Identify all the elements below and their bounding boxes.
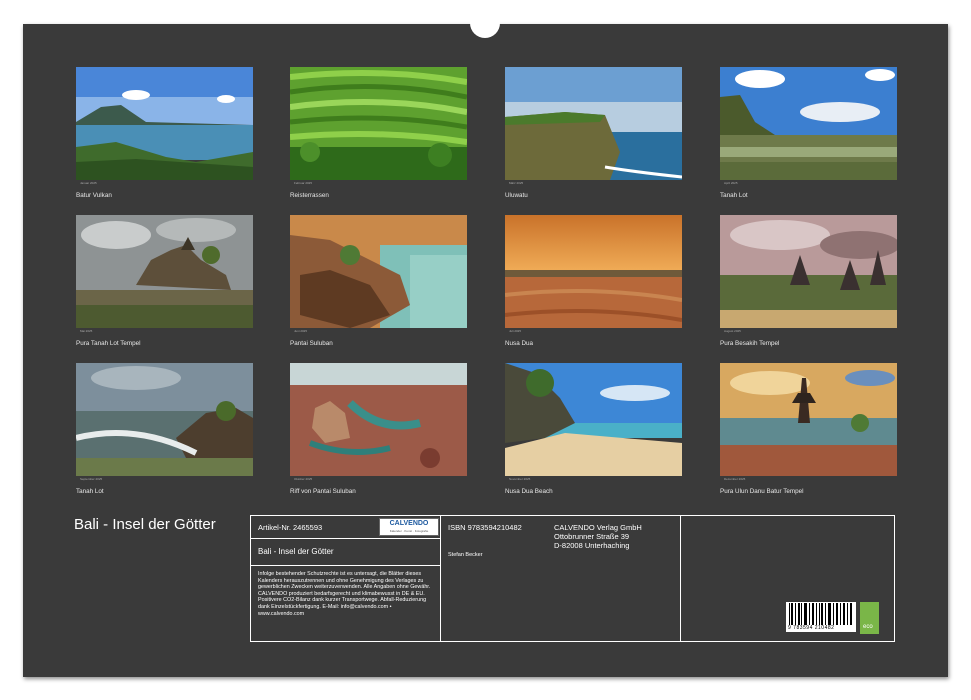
photo-image [720, 215, 897, 328]
month-label: August 2025 [724, 329, 741, 333]
month-label: April 2025 [724, 181, 738, 185]
photo-caption: Riff von Pantai Suluban [290, 488, 356, 495]
eco-label-icon: eco [860, 602, 879, 634]
photo-image [720, 67, 897, 180]
month-label: März 2025 [509, 181, 524, 185]
photo-image [290, 363, 467, 476]
month-label: Februar 2025 [294, 181, 313, 185]
photo-image [76, 363, 253, 476]
photo-caption: Pura Ulun Danu Batur Tempel [720, 488, 804, 495]
divider [251, 565, 440, 566]
publisher-name: CALVENDO Verlag GmbH [554, 523, 642, 532]
imprint-col-publisher: ISBN 9783594210482 Stefan Becker CALVEND… [441, 516, 681, 641]
eco-label-text: eco [863, 624, 873, 630]
imprint-box: Artikel-Nr. 2465593 CALVENDO Kalender · … [250, 515, 895, 642]
author: Stefan Becker [448, 552, 483, 558]
imprint-col-article: Artikel-Nr. 2465593 CALVENDO Kalender · … [251, 516, 441, 641]
photo-caption: Pura Besakih Tempel [720, 340, 780, 347]
barcode: 9 783594 210482 [786, 602, 856, 632]
publisher-street: Ottobrunner Straße 39 [554, 532, 630, 541]
month-label: September 2025 [80, 477, 103, 481]
photo-caption: Nusa Dua [505, 340, 534, 347]
photo-image [290, 67, 467, 180]
month-label: Juli 2025 [509, 329, 522, 333]
photo-caption: Tanah Lot [720, 192, 748, 199]
photo-image [290, 215, 467, 328]
photo-caption: Tanah Lot [76, 488, 104, 495]
photo-caption: Uluwatu [505, 192, 528, 199]
calvendo-logo-text: CALVENDO [389, 520, 429, 527]
calvendo-logo-sub: Kalender · Kunst · Fotografie [389, 529, 429, 533]
month-label: Januar 2025 [80, 181, 97, 185]
photo-image [76, 67, 253, 180]
photo-image [505, 363, 682, 476]
photo-caption: Pura Tanah Lot Tempel [76, 340, 141, 347]
article-number: Artikel-Nr. 2465593 [258, 523, 323, 532]
month-label: Dezember 2025 [724, 477, 746, 481]
month-label: November 2025 [509, 477, 531, 481]
photo-caption: Reisterrassen [290, 192, 329, 199]
divider [251, 538, 440, 539]
barcode-number: 9 783594 210482 [788, 625, 835, 631]
calendar-title: Bali - Insel der Götter [74, 516, 216, 533]
calendar-subtitle: Bali - Insel der Götter [258, 547, 334, 556]
photo-caption: Pantai Suluban [290, 340, 333, 347]
month-label: Oktober 2025 [294, 477, 313, 481]
photo-caption: Batur Vulkan [76, 192, 112, 199]
calvendo-logo: CALVENDO Kalender · Kunst · Fotografie [379, 518, 439, 536]
photo-image [720, 363, 897, 476]
legal-text: Infolge bestehender Schutzrechte ist es … [258, 571, 431, 617]
isbn: ISBN 9783594210482 [448, 523, 522, 532]
photo-image [76, 215, 253, 328]
photo-caption: Nusa Dua Beach [505, 488, 553, 495]
month-label: Mai 2025 [80, 329, 93, 333]
month-label: Juni 2025 [294, 329, 308, 333]
photo-image [505, 215, 682, 328]
photo-image [505, 67, 682, 180]
publisher-city: D-82008 Unterhaching [554, 541, 630, 550]
